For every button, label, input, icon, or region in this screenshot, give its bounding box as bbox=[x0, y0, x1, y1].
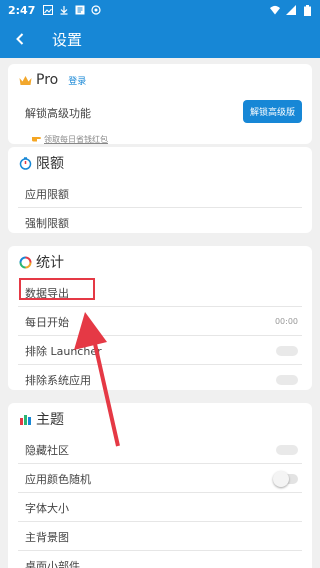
limit-header: 限额 bbox=[8, 147, 312, 179]
login-link[interactable]: 登录 bbox=[68, 74, 86, 87]
download-icon bbox=[59, 5, 69, 15]
limit-title: 限额 bbox=[36, 156, 64, 172]
limit-item-app[interactable]: 应用限额 bbox=[8, 179, 312, 208]
limit-card: 限额 应用限额 强制限额 bbox=[8, 147, 312, 233]
timer-icon bbox=[18, 156, 32, 170]
theme-item-font-size[interactable]: 字体大小 bbox=[8, 493, 312, 522]
limit-item-label: 应用限额 bbox=[25, 187, 69, 201]
crown-icon bbox=[18, 73, 32, 87]
unlock-premium-button[interactable]: 解锁高级版 bbox=[242, 100, 302, 123]
status-bar: 2:47 bbox=[0, 0, 320, 20]
stats-item-exclude-system: 排除系统应用 bbox=[8, 365, 312, 394]
theme-item-widget[interactable]: 桌面小部件 bbox=[8, 551, 312, 568]
theme-item-label: 隐藏社区 bbox=[25, 443, 69, 457]
signal-icon bbox=[286, 5, 296, 15]
stats-header: 统计 bbox=[8, 246, 312, 278]
theme-card: 主题 隐藏社区 应用颜色随机 字体大小 主背景图 桌面小部件 bbox=[8, 403, 312, 568]
stats-title: 统计 bbox=[36, 255, 64, 271]
image-icon bbox=[43, 5, 54, 15]
stats-item-daily-start[interactable]: 每日开始 00:00 bbox=[8, 307, 312, 336]
theme-title: 主题 bbox=[36, 412, 64, 428]
theme-item-background[interactable]: 主背景图 bbox=[8, 522, 312, 551]
theme-item-random-color: 应用颜色随机 bbox=[8, 464, 312, 493]
unlock-row: 解锁高级功能 解锁高级版 bbox=[8, 96, 312, 130]
theme-item-label: 桌面小部件 bbox=[25, 559, 80, 568]
app-bar: 设置 bbox=[0, 20, 320, 58]
stats-item-label: 排除 Launcher bbox=[25, 344, 102, 358]
stats-item-label: 排除系统应用 bbox=[25, 373, 91, 387]
hide-community-toggle[interactable] bbox=[276, 444, 298, 455]
pointing-hand-icon bbox=[32, 134, 42, 144]
pro-title: Pro bbox=[36, 72, 59, 88]
at-icon bbox=[91, 5, 101, 15]
status-time: 2:47 bbox=[8, 3, 36, 17]
stats-item-exclude-launcher: 排除 Launcher bbox=[8, 336, 312, 365]
toggle-knob bbox=[273, 470, 289, 487]
exclude-launcher-toggle[interactable] bbox=[276, 345, 298, 356]
limit-item-label: 强制限额 bbox=[25, 216, 69, 230]
theme-item-label: 主背景图 bbox=[25, 530, 69, 544]
unlock-label: 解锁高级功能 bbox=[25, 107, 91, 120]
coupon-text: 领取每日省钱红包 bbox=[44, 134, 108, 144]
daily-start-value: 00:00 bbox=[274, 317, 298, 326]
coupon-link[interactable]: 领取每日省钱红包 bbox=[8, 130, 312, 148]
chart-ring-icon bbox=[18, 255, 32, 269]
theme-item-hide-community: 隐藏社区 bbox=[8, 435, 312, 464]
back-arrow-icon[interactable] bbox=[0, 20, 40, 58]
pro-card: Pro 登录 解锁高级功能 解锁高级版 领取每日省钱红包 bbox=[8, 64, 312, 144]
text-icon bbox=[75, 5, 85, 15]
highlight-box bbox=[19, 278, 95, 300]
palette-icon bbox=[18, 412, 32, 426]
battery-icon bbox=[302, 4, 312, 16]
exclude-system-toggle[interactable] bbox=[276, 374, 298, 385]
stats-card: 统计 数据导出 每日开始 00:00 排除 Launcher 排除系统应用 bbox=[8, 246, 312, 390]
wifi-icon bbox=[270, 5, 280, 15]
pro-header: Pro 登录 bbox=[8, 64, 312, 96]
theme-header: 主题 bbox=[8, 403, 312, 435]
stats-item-label: 每日开始 bbox=[25, 315, 69, 329]
theme-item-label: 字体大小 bbox=[25, 501, 69, 515]
limit-item-force[interactable]: 强制限额 bbox=[8, 208, 312, 237]
theme-item-label: 应用颜色随机 bbox=[25, 472, 91, 486]
random-color-toggle[interactable] bbox=[273, 470, 298, 487]
page-title: 设置 bbox=[52, 30, 83, 49]
